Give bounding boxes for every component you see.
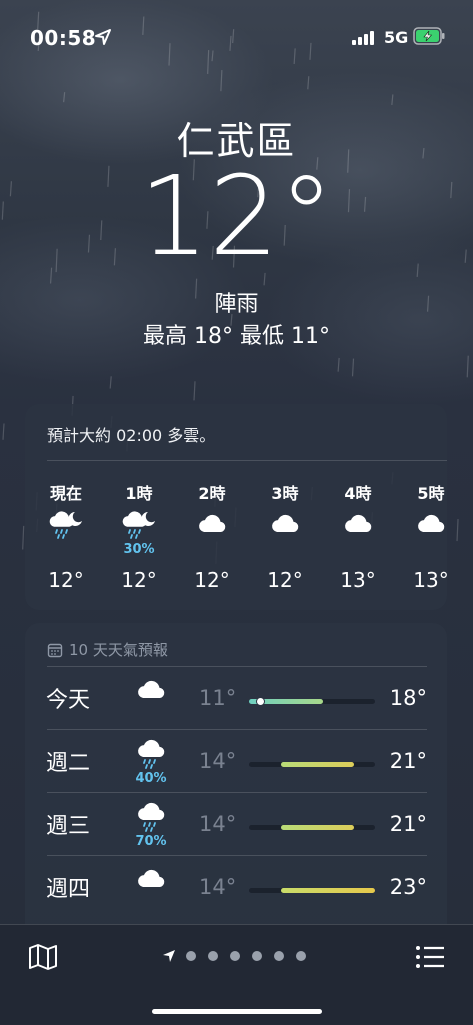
hourly-item: 2時 12° [177, 480, 247, 592]
hourly-item: 現在 12° [31, 480, 101, 592]
temperature-range-fill [280, 888, 375, 893]
hourly-item: 4時 13° [323, 480, 393, 592]
cloud-icon [268, 510, 302, 540]
cloud-icon [134, 869, 168, 895]
temperature-range-bar [249, 762, 375, 767]
day-label: 週二 [46, 751, 91, 776]
daily-row[interactable]: 週三 70% 14° 21° [25, 792, 447, 855]
hour-temperature: 12° [194, 568, 230, 592]
status-time: 00:58 [30, 26, 97, 50]
moon-cloud-rain-icon [121, 510, 157, 544]
temperature-range-bar [249, 888, 375, 893]
temperature-range-bar [249, 825, 375, 830]
hour-temperature: 12° [48, 568, 84, 592]
temperature-range-bar [249, 697, 375, 706]
page-dot[interactable] [274, 951, 284, 961]
page-dot[interactable] [230, 951, 240, 961]
low-temperature: 14° [199, 749, 237, 773]
location-arrow-icon[interactable] [162, 949, 176, 963]
hour-temperature: 13° [340, 568, 376, 592]
hour-temperature: 12° [267, 568, 303, 592]
daily-row[interactable]: 週二 40% 14° 21° [25, 729, 447, 792]
high-temperature: 21° [389, 749, 427, 773]
precip-chance: 40% [135, 771, 167, 786]
hour-label: 2時 [198, 484, 226, 503]
precip-chance: 30% [123, 542, 155, 557]
signal-icon [352, 31, 374, 45]
high-low-temperature: 最高 18° 最低 11° [143, 324, 330, 349]
hourly-forecast-card[interactable]: 預計大約 02:00 多雲。 現在 12° 1時 30% 12° 2時 12° 3時 12° 4時… [25, 404, 447, 610]
page-dot[interactable] [296, 951, 306, 961]
temperature-range-fill [280, 825, 354, 830]
daily-row[interactable]: 週四 14° 23° [25, 855, 447, 918]
daily-forecast-title: 10 天天氣預報 [69, 641, 168, 659]
divider [47, 460, 447, 461]
high-temperature: 18° [389, 686, 427, 710]
daily-forecast-header: 10 天天氣預報 [47, 639, 168, 660]
high-temperature: 23° [389, 875, 427, 899]
hourly-item: 3時 12° [250, 480, 320, 592]
network-type: 5G [384, 28, 409, 47]
page-indicator[interactable] [162, 949, 306, 963]
cloud-icon [414, 510, 447, 540]
hourly-item: 1時 30% 12° [104, 480, 174, 592]
location-arrow-icon [95, 29, 111, 45]
daily-forecast-card[interactable]: 10 天天氣預報 今天 11° 18° 週二 40% 14° 21° 週三 70% 14° 21° 週… [25, 623, 447, 943]
current-temperature: 12° [139, 152, 334, 280]
map-icon[interactable] [28, 943, 58, 971]
cloud-icon [341, 510, 375, 540]
hour-label: 3時 [271, 484, 299, 503]
calendar-icon [47, 643, 63, 657]
current-temp-marker [255, 697, 265, 706]
low-temperature: 14° [199, 812, 237, 836]
low-temperature: 11° [199, 686, 237, 710]
day-label: 週三 [46, 814, 91, 839]
high-temperature: 21° [389, 812, 427, 836]
hour-temperature: 13° [413, 568, 447, 592]
daily-row[interactable]: 今天 11° 18° [25, 666, 447, 729]
precip-chance: 70% [135, 834, 167, 849]
page-dot[interactable] [208, 951, 218, 961]
current-condition: 陣雨 [214, 292, 259, 317]
hour-label: 1時 [125, 484, 153, 503]
page-dot[interactable] [186, 951, 196, 961]
hour-label: 4時 [344, 484, 372, 503]
hour-temperature: 12° [121, 568, 157, 592]
cloud-icon [134, 680, 168, 706]
home-indicator[interactable] [152, 1009, 322, 1014]
hourly-item: 5時 13° [396, 480, 447, 592]
hour-label: 5時 [417, 484, 445, 503]
bottom-toolbar [0, 924, 473, 1025]
cloud-icon [195, 510, 229, 540]
battery-charging-icon [413, 27, 445, 45]
temperature-range-fill [280, 762, 354, 767]
day-label: 週四 [46, 877, 91, 902]
moon-cloud-rain-icon [48, 510, 84, 544]
low-temperature: 14° [199, 875, 237, 899]
hour-label: 現在 [49, 484, 82, 503]
status-bar: 00:58 5G [0, 0, 473, 76]
page-dot[interactable] [252, 951, 262, 961]
hourly-summary: 預計大約 02:00 多雲。 [47, 426, 216, 445]
day-label: 今天 [46, 688, 91, 713]
list-icon[interactable] [414, 943, 446, 971]
